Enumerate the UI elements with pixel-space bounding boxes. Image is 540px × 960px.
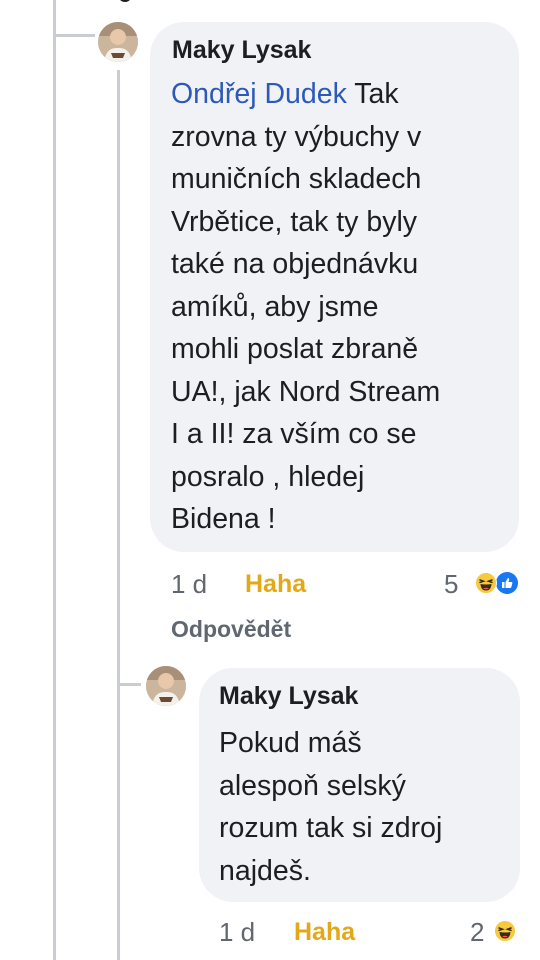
comment-author[interactable]: Maky Lysak [172,36,311,65]
comment-line-text: Tak [346,78,399,110]
reply-thread-line-branch [117,683,141,686]
reply-line-text: rozum tak si zdroj [219,812,443,844]
comment-line-text: Bidena ! [171,503,276,535]
thread-line-branch [53,34,95,37]
comment-line-text: posralo , hledej [171,460,365,493]
mention-link[interactable]: Ondřej Dudek [171,78,347,110]
comment-thread: Maky Lysak Ondřej Dudek Tak zrovna ty vý… [0,0,540,960]
reply-author[interactable]: Maky Lysak [219,682,358,711]
thread-line-vertical [53,0,56,960]
comment-line-text: Vrbětice, tak ty byly [171,205,418,238]
reply-line-text: Pokud máš [219,727,362,759]
avatar[interactable] [146,666,186,706]
comment-line-text: amíků, aby jsme [171,290,379,323]
reply-thread-line-vertical [117,70,120,960]
comment-line-text: I a II! za vším co se [171,418,417,450]
comment-timestamp[interactable]: 1 d [171,569,207,600]
cropped-avatar [118,0,132,2]
comment-line-text: zrovna ty výbuchy v [171,120,422,153]
comment-line-1: Ondřej Dudek Tak [171,73,511,116]
reply-line-text: alespoň selský [219,769,406,802]
comment-text: Ondřej Dudek Tak zrovna ty výbuchy v mun… [171,73,511,541]
comment-line-text: také na objednávku [171,248,419,280]
haha-icon [475,572,497,594]
reply-line-text: najdeš. [219,854,311,887]
haha-icon [494,920,516,942]
reply-timestamp[interactable]: 1 d [219,917,255,948]
user-avatar-icon [146,666,186,706]
reaction-count[interactable]: 5 [444,569,458,600]
like-icon [496,572,518,594]
comment-line-text: UA!, jak Nord Stream [171,375,441,408]
user-avatar-icon [98,22,138,62]
reply-text: Pokud máš alespoň selský rozum tak si zd… [219,722,519,892]
comment-line-text: muničních skladech [171,163,422,195]
avatar[interactable] [98,22,138,62]
comment-line-text: mohli poslat zbraně [171,333,419,365]
haha-reaction-button[interactable]: Haha [245,570,306,599]
reaction-count[interactable]: 2 [470,917,484,948]
reply-button[interactable]: Odpovědět [171,616,291,643]
haha-reaction-button[interactable]: Haha [294,918,355,947]
